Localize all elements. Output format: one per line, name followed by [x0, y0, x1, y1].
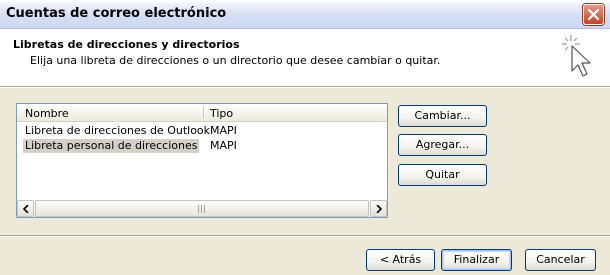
row-type: MAPI	[210, 139, 237, 152]
wizard-header: Libretas de direcciones y directorios El…	[0, 29, 610, 86]
row-name: Libreta de direcciones de Outlook	[25, 124, 211, 137]
window-title: Cuentas de correo electrónico	[6, 6, 227, 21]
scroll-left-button[interactable]	[17, 200, 34, 217]
change-button[interactable]: Cambiar...	[398, 105, 487, 127]
column-header-nombre[interactable]: Nombre	[25, 107, 69, 120]
column-header-tipo[interactable]: Tipo	[210, 107, 233, 120]
row-name: Libreta personal de direcciones	[23, 139, 200, 153]
horizontal-scrollbar[interactable]	[17, 200, 387, 217]
wizard-cursor-icon	[562, 35, 591, 77]
title-bar[interactable]: Cuentas de correo electrónico	[0, 0, 610, 29]
header-separator	[0, 86, 610, 88]
cancel-button[interactable]: Cancelar	[525, 249, 596, 271]
remove-button[interactable]: Quitar	[398, 164, 487, 186]
add-button[interactable]: Agregar...	[398, 134, 487, 156]
header-title: Libretas de direcciones y directorios	[13, 38, 240, 51]
scroll-right-button[interactable]	[370, 200, 387, 217]
finish-button[interactable]: Finalizar	[441, 249, 512, 271]
footer-separator	[0, 235, 610, 237]
arrow-left-icon	[23, 205, 29, 213]
address-book-list[interactable]: Nombre Tipo Libreta de direcciones de Ou…	[16, 103, 388, 218]
grip-icon	[198, 205, 207, 213]
close-icon	[587, 8, 600, 21]
list-row-outlook[interactable]: Libreta de direcciones de Outlook MAPI	[17, 124, 387, 138]
scroll-thumb[interactable]	[35, 200, 369, 217]
arrow-right-icon	[376, 205, 382, 213]
row-type: MAPI	[210, 124, 237, 137]
list-row-personal[interactable]: Libreta personal de direcciones MAPI	[17, 139, 387, 153]
header-subtitle: Elija una libreta de direcciones o un di…	[30, 54, 441, 67]
list-header: Nombre Tipo	[17, 104, 387, 122]
close-button[interactable]	[583, 4, 604, 25]
back-button[interactable]: < Atrás	[366, 249, 435, 271]
column-divider[interactable]	[203, 107, 205, 118]
